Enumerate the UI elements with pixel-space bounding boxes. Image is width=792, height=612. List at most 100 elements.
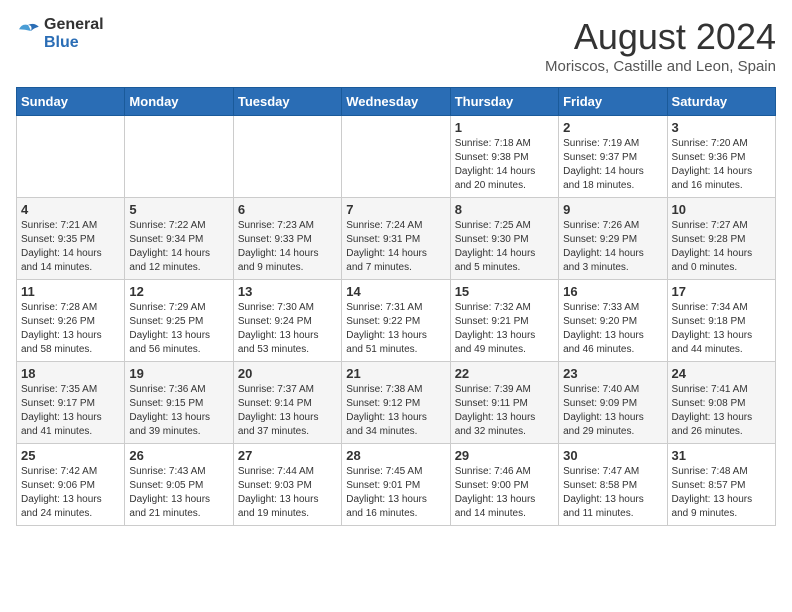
- calendar-cell: 19 Sunrise: 7:36 AM Sunset: 9:15 PM Dayli…: [125, 362, 233, 444]
- day-number: 6: [238, 202, 337, 217]
- day-number: 1: [455, 120, 554, 135]
- logo-text: [16, 21, 40, 46]
- day-info: Sunrise: 7:45 AM Sunset: 9:01 PM Dayligh…: [346, 465, 445, 521]
- day-info: Sunrise: 7:31 AM Sunset: 9:22 PM Dayligh…: [346, 301, 445, 357]
- day-number: 22: [455, 366, 554, 381]
- weekday-header-wednesday: Wednesday: [342, 88, 450, 116]
- title-area: August 2024 Moriscos, Castille and Leon,…: [545, 16, 776, 75]
- day-info: Sunrise: 7:27 AM Sunset: 9:28 PM Dayligh…: [672, 219, 771, 275]
- calendar-cell: 9 Sunrise: 7:26 AM Sunset: 9:29 PM Daylig…: [559, 198, 667, 280]
- calendar-cell: 15 Sunrise: 7:32 AM Sunset: 9:21 PM Dayli…: [450, 280, 558, 362]
- day-info: Sunrise: 7:42 AM Sunset: 9:06 PM Dayligh…: [21, 465, 120, 521]
- day-number: 19: [129, 366, 228, 381]
- calendar-cell: 14 Sunrise: 7:31 AM Sunset: 9:22 PM Dayli…: [342, 280, 450, 362]
- day-number: 12: [129, 284, 228, 299]
- calendar-cell: [233, 116, 341, 198]
- calendar-cell: 28Sunrise: 7:45 AM Sunset: 9:01 PM Dayli…: [342, 444, 450, 526]
- day-info: Sunrise: 7:28 AM Sunset: 9:26 PM Dayligh…: [21, 301, 120, 357]
- day-info: Sunrise: 7:25 AM Sunset: 9:30 PM Dayligh…: [455, 219, 554, 275]
- calendar-week-row: 4Sunrise: 7:21 AM Sunset: 9:35 PM Daylig…: [17, 198, 776, 280]
- calendar-cell: 21 Sunrise: 7:38 AM Sunset: 9:12 PM Dayli…: [342, 362, 450, 444]
- day-info: Sunrise: 7:23 AM Sunset: 9:33 PM Dayligh…: [238, 219, 337, 275]
- calendar-cell: [342, 116, 450, 198]
- day-info: Sunrise: 7:26 AM Sunset: 9:29 PM Dayligh…: [563, 219, 662, 275]
- day-number: 30: [563, 448, 662, 463]
- day-number: 21: [346, 366, 445, 381]
- calendar-week-row: 18 Sunrise: 7:35 AM Sunset: 9:17 PM Dayli…: [17, 362, 776, 444]
- day-info: Sunrise: 7:40 AM Sunset: 9:09 PM Dayligh…: [563, 383, 662, 439]
- day-number: 16: [563, 284, 662, 299]
- day-number: 14: [346, 284, 445, 299]
- day-info: Sunrise: 7:35 AM Sunset: 9:17 PM Dayligh…: [21, 383, 120, 439]
- calendar-cell: 26Sunrise: 7:43 AM Sunset: 9:05 PM Dayli…: [125, 444, 233, 526]
- day-info: Sunrise: 7:33 AM Sunset: 9:20 PM Dayligh…: [563, 301, 662, 357]
- day-info: Sunrise: 7:48 AM Sunset: 8:57 PM Dayligh…: [672, 465, 771, 521]
- weekday-header-tuesday: Tuesday: [233, 88, 341, 116]
- weekday-header-saturday: Saturday: [667, 88, 775, 116]
- weekday-header-thursday: Thursday: [450, 88, 558, 116]
- day-number: 8: [455, 202, 554, 217]
- weekday-header-sunday: Sunday: [17, 88, 125, 116]
- day-number: 7: [346, 202, 445, 217]
- calendar-cell: 12 Sunrise: 7:29 AM Sunset: 9:25 PM Dayli…: [125, 280, 233, 362]
- calendar-cell: 31 Sunrise: 7:48 AM Sunset: 8:57 PM Dayli…: [667, 444, 775, 526]
- calendar-cell: 6 Sunrise: 7:23 AM Sunset: 9:33 PM Daylig…: [233, 198, 341, 280]
- calendar-cell: 17Sunrise: 7:34 AM Sunset: 9:18 PM Dayli…: [667, 280, 775, 362]
- calendar-cell: 10 Sunrise: 7:27 AM Sunset: 9:28 PM Dayli…: [667, 198, 775, 280]
- day-number: 11: [21, 284, 120, 299]
- day-number: 29: [455, 448, 554, 463]
- day-number: 20: [238, 366, 337, 381]
- calendar-week-row: 25Sunrise: 7:42 AM Sunset: 9:06 PM Dayli…: [17, 444, 776, 526]
- calendar-cell: 13 Sunrise: 7:30 AM Sunset: 9:24 PM Dayli…: [233, 280, 341, 362]
- day-info: Sunrise: 7:36 AM Sunset: 9:15 PM Dayligh…: [129, 383, 228, 439]
- month-year-title: August 2024: [545, 16, 776, 58]
- day-number: 27: [238, 448, 337, 463]
- day-number: 24: [672, 366, 771, 381]
- day-number: 18: [21, 366, 120, 381]
- day-info: Sunrise: 7:44 AM Sunset: 9:03 PM Dayligh…: [238, 465, 337, 521]
- calendar-cell: 27 Sunrise: 7:44 AM Sunset: 9:03 PM Dayli…: [233, 444, 341, 526]
- calendar-cell: 4Sunrise: 7:21 AM Sunset: 9:35 PM Daylig…: [17, 198, 125, 280]
- day-number: 31: [672, 448, 771, 463]
- day-info: Sunrise: 7:34 AM Sunset: 9:18 PM Dayligh…: [672, 301, 771, 357]
- calendar-cell: 7 Sunrise: 7:24 AM Sunset: 9:31 PM Daylig…: [342, 198, 450, 280]
- day-info: Sunrise: 7:43 AM Sunset: 9:05 PM Dayligh…: [129, 465, 228, 521]
- day-info: Sunrise: 7:29 AM Sunset: 9:25 PM Dayligh…: [129, 301, 228, 357]
- calendar-cell: 3Sunrise: 7:20 AM Sunset: 9:36 PM Daylig…: [667, 116, 775, 198]
- calendar-cell: 2 Sunrise: 7:19 AM Sunset: 9:37 PM Daylig…: [559, 116, 667, 198]
- day-number: 2: [563, 120, 662, 135]
- day-number: 5: [129, 202, 228, 217]
- calendar-cell: 22Sunrise: 7:39 AM Sunset: 9:11 PM Dayli…: [450, 362, 558, 444]
- header: General Blue August 2024 Moriscos, Casti…: [16, 16, 776, 75]
- calendar-cell: 20 Sunrise: 7:37 AM Sunset: 9:14 PM Dayli…: [233, 362, 341, 444]
- logo-wordmark: General Blue: [44, 16, 104, 51]
- day-number: 9: [563, 202, 662, 217]
- calendar-cell: 16 Sunrise: 7:33 AM Sunset: 9:20 PM Dayli…: [559, 280, 667, 362]
- day-info: Sunrise: 7:18 AM Sunset: 9:38 PM Dayligh…: [455, 137, 554, 193]
- calendar-cell: [17, 116, 125, 198]
- calendar-week-row: 11 Sunrise: 7:28 AM Sunset: 9:26 PM Dayli…: [17, 280, 776, 362]
- day-info: Sunrise: 7:38 AM Sunset: 9:12 PM Dayligh…: [346, 383, 445, 439]
- calendar-cell: 23Sunrise: 7:40 AM Sunset: 9:09 PM Dayli…: [559, 362, 667, 444]
- day-number: 4: [21, 202, 120, 217]
- logo-general: General: [44, 16, 104, 34]
- calendar-body: 1 Sunrise: 7:18 AM Sunset: 9:38 PM Daylig…: [17, 116, 776, 526]
- calendar-header: SundayMondayTuesdayWednesdayThursdayFrid…: [17, 88, 776, 116]
- location-subtitle: Moriscos, Castille and Leon, Spain: [545, 58, 776, 75]
- day-info: Sunrise: 7:30 AM Sunset: 9:24 PM Dayligh…: [238, 301, 337, 357]
- day-number: 15: [455, 284, 554, 299]
- day-info: Sunrise: 7:32 AM Sunset: 9:21 PM Dayligh…: [455, 301, 554, 357]
- day-info: Sunrise: 7:22 AM Sunset: 9:34 PM Dayligh…: [129, 219, 228, 275]
- calendar-cell: 18 Sunrise: 7:35 AM Sunset: 9:17 PM Dayli…: [17, 362, 125, 444]
- day-number: 13: [238, 284, 337, 299]
- day-number: 10: [672, 202, 771, 217]
- day-info: Sunrise: 7:37 AM Sunset: 9:14 PM Dayligh…: [238, 383, 337, 439]
- day-info: Sunrise: 7:47 AM Sunset: 8:58 PM Dayligh…: [563, 465, 662, 521]
- day-info: Sunrise: 7:41 AM Sunset: 9:08 PM Dayligh…: [672, 383, 771, 439]
- calendar-cell: 29Sunrise: 7:46 AM Sunset: 9:00 PM Dayli…: [450, 444, 558, 526]
- day-info: Sunrise: 7:24 AM Sunset: 9:31 PM Dayligh…: [346, 219, 445, 275]
- calendar-cell: 1 Sunrise: 7:18 AM Sunset: 9:38 PM Daylig…: [450, 116, 558, 198]
- logo: General Blue: [16, 16, 104, 51]
- day-info: Sunrise: 7:19 AM Sunset: 9:37 PM Dayligh…: [563, 137, 662, 193]
- calendar-cell: 30 Sunrise: 7:47 AM Sunset: 8:58 PM Dayli…: [559, 444, 667, 526]
